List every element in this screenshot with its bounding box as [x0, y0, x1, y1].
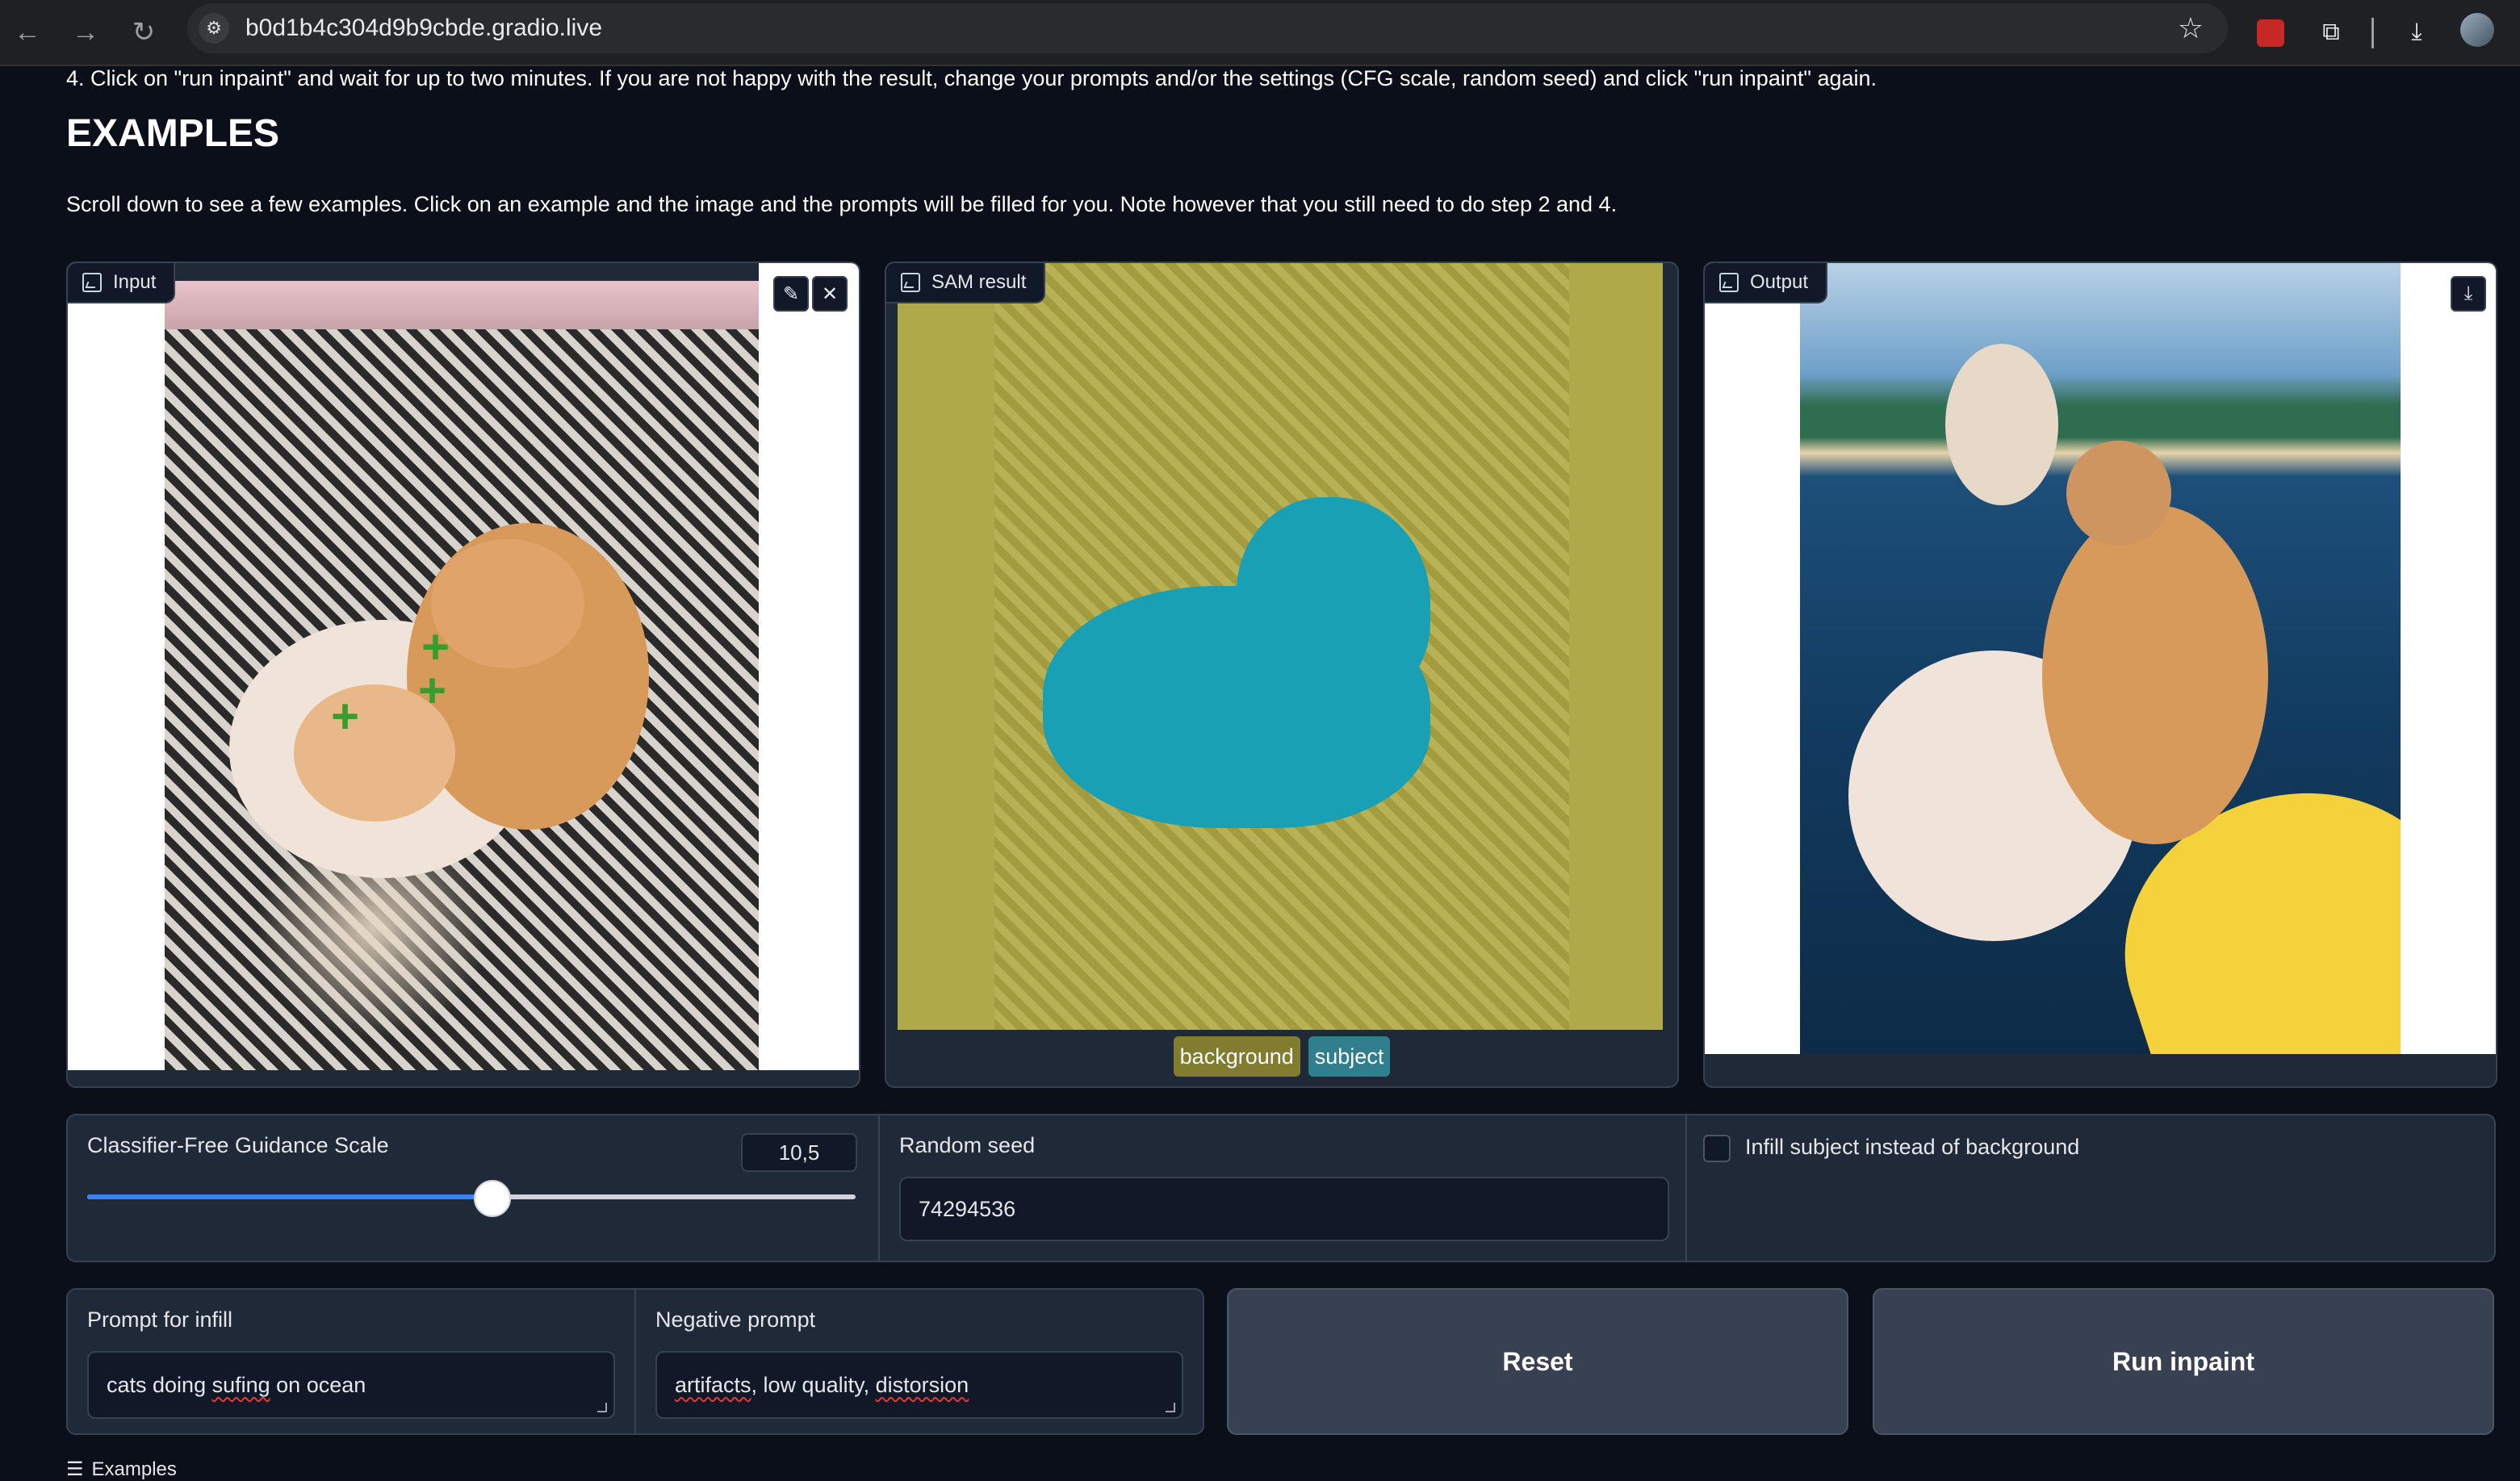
run-inpaint-button[interactable]: Run inpaint: [1873, 1288, 2494, 1435]
infill-subject-checkbox[interactable]: [1703, 1135, 1731, 1162]
image-icon: [1719, 273, 1739, 292]
cfg-slider-fill: [87, 1194, 491, 1199]
image-padding-left: [1705, 263, 1800, 1054]
output-label: Output: [1705, 263, 1828, 303]
output-image-panel: Output ⤓: [1703, 261, 2497, 1088]
output-surfing-cats-photo[interactable]: [1800, 263, 2401, 1054]
image-icon: [82, 273, 102, 292]
image-padding-left: [68, 263, 165, 1070]
point-marker-icon: +: [331, 689, 360, 743]
infill-prompt-label: Prompt for infill: [87, 1307, 233, 1332]
sam-subject-mask: [1237, 497, 1430, 707]
negative-prompt-text: artifacts, low quality, distorsion: [675, 1372, 969, 1397]
negative-prompt-label: Negative prompt: [655, 1307, 816, 1332]
image-icon: [901, 273, 920, 292]
scroll-note-text: Scroll down to see a few examples. Click…: [66, 192, 1618, 216]
profile-avatar[interactable]: [2460, 13, 2494, 47]
infill-prompt-text: cats doing sufing on ocean: [107, 1372, 366, 1397]
download-icon[interactable]: ⤓: [2396, 11, 2438, 53]
annotation-legend: background subject: [886, 1036, 1677, 1077]
infill-prompt-textarea[interactable]: cats doing sufing on ocean: [87, 1351, 615, 1419]
examples-accordion[interactable]: ☰ Examples: [66, 1458, 177, 1481]
output-label-text: Output: [1750, 271, 1809, 293]
step-4-text: 4. Click on "run inpaint" and wait for u…: [66, 66, 1877, 90]
toolbar-divider: [2371, 18, 2374, 48]
point-marker-icon: +: [418, 663, 447, 717]
sam-background-mask: [898, 263, 1663, 1030]
bookmark-star-icon[interactable]: ☆: [2178, 11, 2204, 45]
sam-label-text: SAM result: [931, 271, 1027, 293]
input-cat-photo[interactable]: + + +: [165, 281, 759, 1070]
pink-wall: [165, 281, 759, 329]
resize-handle-icon[interactable]: [1166, 1403, 1175, 1412]
input-image-panel[interactable]: Input ✎ ✕ + + +: [66, 261, 860, 1088]
reset-button[interactable]: Reset: [1227, 1288, 1848, 1435]
extension-red-icon[interactable]: [2257, 19, 2284, 47]
orange-cat: [2042, 505, 2268, 844]
small-orange-cat: [2066, 441, 2171, 546]
seed-label: Random seed: [899, 1133, 1036, 1157]
url-text: b0d1b4c304d9b9cbde.gradio.live: [245, 15, 603, 41]
input-label: Input: [68, 263, 176, 303]
prompts-row: Prompt for infill cats doing sufing on o…: [66, 1288, 1204, 1435]
address-bar[interactable]: ⚙ b0d1b4c304d9b9cbde.gradio.live ☆: [187, 3, 2228, 53]
seed-input[interactable]: 74294536: [899, 1177, 1669, 1241]
extensions-puzzle-icon[interactable]: ⧉: [2310, 11, 2352, 53]
settings-row: Classifier-Free Guidance Scale 10,5 Rand…: [66, 1114, 2496, 1262]
divider: [1685, 1115, 1687, 1261]
legend-subject[interactable]: subject: [1308, 1036, 1391, 1077]
orange-cat-head: [431, 539, 584, 668]
examples-heading: EXAMPLES: [66, 112, 280, 155]
input-label-text: Input: [113, 271, 157, 293]
cfg-slider-thumb[interactable]: [473, 1180, 511, 1217]
sam-label: SAM result: [886, 263, 1046, 303]
cfg-label: Classifier-Free Guidance Scale: [87, 1133, 389, 1157]
forward-arrow-icon[interactable]: →: [65, 11, 107, 53]
reload-icon[interactable]: ↻: [123, 11, 165, 53]
download-icon[interactable]: ⤓: [2451, 276, 2486, 312]
close-icon[interactable]: ✕: [812, 276, 848, 312]
browser-toolbar: ← → ↻ ⚙ b0d1b4c304d9b9cbde.gradio.live ☆…: [0, 0, 2520, 66]
list-icon: ☰: [66, 1458, 84, 1480]
resize-handle-icon[interactable]: [597, 1403, 607, 1412]
legend-background[interactable]: background: [1173, 1036, 1300, 1077]
back-arrow-icon[interactable]: ←: [6, 11, 48, 53]
negative-prompt-textarea[interactable]: artifacts, low quality, distorsion: [655, 1351, 1183, 1419]
image-padding-right: [759, 263, 859, 1070]
sam-result-panel: SAM result background subject: [885, 261, 1679, 1088]
edit-pencil-icon[interactable]: ✎: [773, 276, 809, 312]
infill-subject-label: Infill subject instead of background: [1745, 1135, 2080, 1159]
examples-label: Examples: [91, 1458, 177, 1480]
site-settings-icon[interactable]: ⚙: [199, 13, 229, 44]
cfg-number-input[interactable]: 10,5: [741, 1133, 857, 1172]
image-padding-right: [2401, 263, 2496, 1054]
cfg-slider[interactable]: [87, 1180, 856, 1217]
divider: [878, 1115, 880, 1261]
divider: [634, 1290, 636, 1433]
small-cat: [1945, 344, 2058, 505]
